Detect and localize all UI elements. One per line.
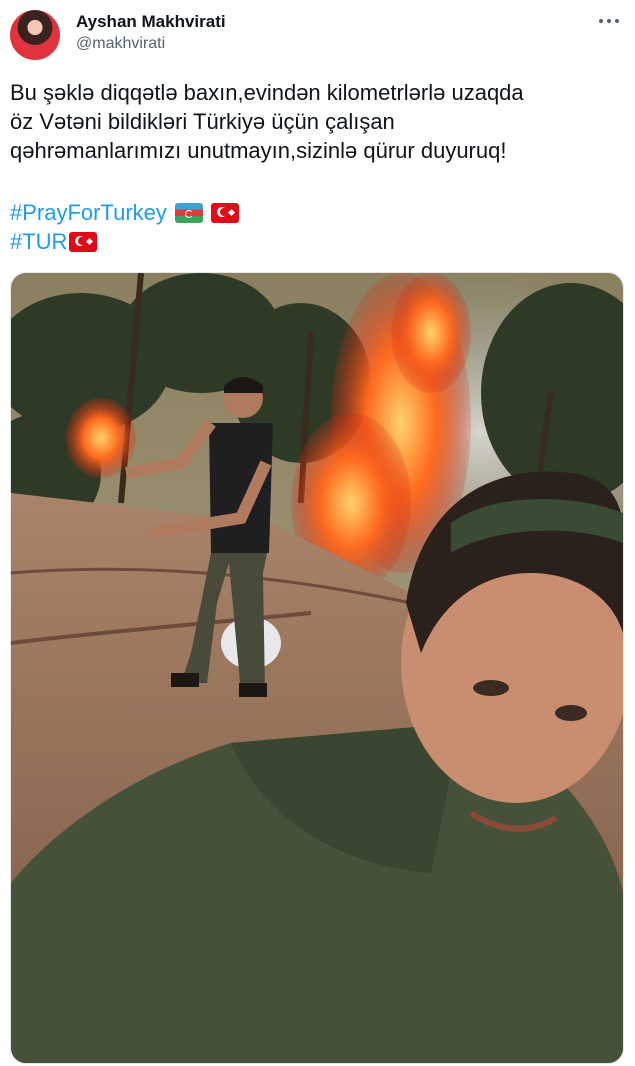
turkey-flag-icon (69, 231, 98, 252)
hashtag-prayforturkey[interactable]: #PrayForTurkey (10, 198, 167, 227)
turkey-flag-icon (210, 202, 239, 223)
more-options-icon[interactable] (597, 14, 621, 28)
hashtags: #PrayForTurkey #TUR (10, 198, 239, 256)
wildfire-selfie-image (11, 273, 623, 1063)
hashtag-tur[interactable]: #TUR (10, 227, 67, 256)
avatar[interactable] (10, 10, 60, 60)
tweet-photo[interactable] (10, 272, 624, 1064)
tweet-text-line: qəhrəmanlarımızı unutmayın,sizinlə qürur… (10, 138, 507, 163)
tweet-text-line: öz Vətəni bildikləri Türkiyə üçün çalışa… (10, 109, 395, 134)
azerbaijan-flag-icon (174, 202, 203, 223)
tweet-text-line: Bu şəklə diqqətlə baxın,evindən kilometr… (10, 80, 524, 105)
author-display-name[interactable]: Ayshan Makhvirati (76, 12, 226, 32)
author-handle[interactable]: @makhvirati (76, 35, 165, 53)
tweet-text: Bu şəklə diqqətlə baxın,evindən kilometr… (10, 78, 620, 165)
